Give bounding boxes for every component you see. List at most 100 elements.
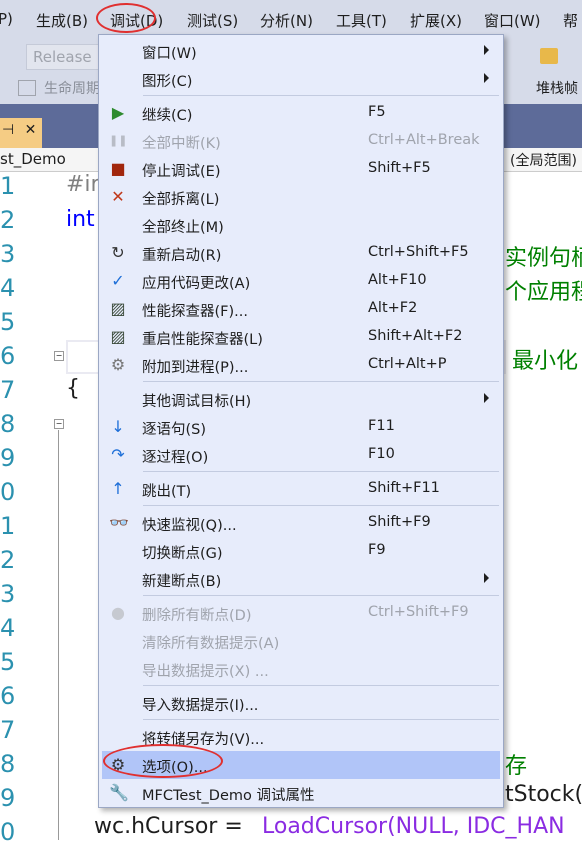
menu-item[interactable]: 窗口(W): [99, 37, 503, 65]
menu-item[interactable]: 新建断点(B): [99, 565, 503, 593]
code-brace: {: [66, 376, 80, 401]
menu-item-label: 性能探查器(F)...: [142, 304, 248, 320]
code-comment: 存: [505, 754, 528, 779]
menu-item-shortcut: F11: [368, 418, 395, 434]
menu-item[interactable]: ✓ 应用代码更改(A) Alt+F10: [99, 267, 503, 295]
line-number: 6: [0, 682, 16, 710]
menu-item-label: 重新启动(R): [142, 248, 222, 264]
gears-icon: ⚙: [110, 355, 126, 374]
line-number: 3: [0, 240, 16, 268]
menu-extensions[interactable]: 扩展(X): [410, 10, 462, 31]
find-in-files-icon[interactable]: [540, 48, 558, 64]
menu-item[interactable]: ● 删除所有断点(D) Ctrl+Shift+F9: [99, 599, 503, 627]
delete-breakpoints-icon: ●: [111, 603, 125, 622]
submenu-arrow-icon: [484, 393, 489, 403]
menu-item-label: 全部拆离(L): [142, 192, 220, 208]
menu-item[interactable]: 导入数据提示(I)...: [99, 689, 503, 717]
restart-icon: ↻: [111, 243, 125, 262]
line-number: 8: [0, 410, 16, 438]
highlight-ring: [103, 744, 223, 778]
code-text: wc.hCursor =: [94, 814, 243, 839]
close-icon[interactable]: ✕: [25, 122, 37, 138]
menu-item[interactable]: ▶ 继续(C) F5: [99, 99, 503, 127]
menu-item-shortcut: Ctrl+Shift+F5: [368, 244, 469, 260]
detach-icon: ✕: [111, 187, 125, 206]
stack-frame-label: 堆栈帧: [536, 81, 578, 97]
lifecycle-events[interactable]: 生命周期: [44, 78, 100, 98]
debug-menu-dropdown: 窗口(W) 图形(C) ▶ 继续(C) F5 ❚❚ 全部中断(K) Ctrl+Alt+Brea…: [98, 34, 504, 808]
profiler-icon: ▨: [110, 327, 126, 346]
line-number: 4: [0, 614, 16, 642]
document-tab[interactable]: ⊣ ✕: [0, 118, 42, 148]
menu-window[interactable]: 窗口(W): [484, 10, 541, 31]
project-dropdown[interactable]: st_Demo: [0, 150, 66, 168]
menu-item-label: 切换断点(G): [142, 546, 223, 562]
line-number: 7: [0, 716, 16, 744]
menu-item-shortcut: F10: [368, 446, 395, 462]
line-number: 7: [0, 376, 16, 404]
menu-item-label: 快速监视(Q)...: [142, 518, 237, 534]
menu-item-shortcut: Shift+F11: [368, 480, 440, 496]
wrench-icon: 🔧: [109, 783, 129, 802]
line-number: 6: [0, 342, 16, 370]
menu-item[interactable]: ▨ 性能探查器(F)... Alt+F2: [99, 295, 503, 323]
line-number: 5: [0, 648, 16, 676]
menu-item-label: 窗口(W): [142, 46, 197, 62]
menu-item-shortcut: Shift+F5: [368, 160, 431, 176]
menu-tools[interactable]: 工具(T): [336, 10, 387, 31]
menu-test[interactable]: 测试(S): [187, 10, 238, 31]
menu-item-label: 图形(C): [142, 74, 193, 90]
menu-item-label: 新建断点(B): [142, 574, 222, 590]
scope-dropdown[interactable]: (全局范围): [510, 150, 577, 170]
menu-item[interactable]: 🔧 MFCTest_Demo 调试属性: [99, 779, 503, 807]
menu-item[interactable]: 导出数据提示(X) ...: [99, 655, 503, 683]
menu-item-label: 删除所有断点(D): [142, 608, 252, 624]
line-number: 2: [0, 546, 16, 574]
menu-item-label: 应用代码更改(A): [142, 276, 251, 292]
menu-analyze[interactable]: 分析(N): [260, 10, 313, 31]
apply-changes-icon: ✓: [111, 271, 125, 290]
code-comment: 最小化: [512, 349, 579, 374]
menu-item[interactable]: ↻ 重新启动(R) Ctrl+Shift+F5: [99, 239, 503, 267]
menu-separator: [143, 381, 499, 382]
menu-item[interactable]: 其他调试目标(H): [99, 385, 503, 413]
menu-item[interactable]: ↓ 逐语句(S) F11: [99, 413, 503, 441]
menu-separator: [143, 685, 499, 686]
submenu-arrow-icon: [484, 73, 489, 83]
menu-item[interactable]: 切换断点(G) F9: [99, 537, 503, 565]
collapse-icon[interactable]: −: [54, 419, 64, 429]
menu-item-label: 导出数据提示(X) ...: [142, 664, 269, 680]
menu-item-label: 重启性能探查器(L): [142, 332, 263, 348]
menu-build[interactable]: 生成(B): [36, 10, 88, 31]
code-text: tStock(: [505, 782, 582, 807]
menu-item[interactable]: ↷ 逐过程(O) F10: [99, 441, 503, 469]
menu-item[interactable]: ✕ 全部拆离(L): [99, 183, 503, 211]
menu-help[interactable]: 帮: [563, 10, 578, 31]
submenu-arrow-icon: [484, 45, 489, 55]
line-number: 0: [0, 818, 16, 846]
line-number: 2: [0, 206, 16, 234]
menu-item-shortcut: F5: [368, 104, 386, 120]
config-dropdown[interactable]: Release: [26, 44, 101, 70]
code-comment: 个应用程: [505, 280, 582, 305]
menu-item[interactable]: ⚙ 附加到进程(P)... Ctrl+Alt+P: [99, 351, 503, 379]
menu-item[interactable]: 全部终止(M): [99, 211, 503, 239]
line-number: 1: [0, 172, 16, 200]
menu-item[interactable]: 👓 快速监视(Q)... Shift+F9: [99, 509, 503, 537]
menu-separator: [143, 471, 499, 472]
collapse-icon[interactable]: −: [54, 351, 64, 361]
menu-item-label: 导入数据提示(I)...: [142, 698, 259, 714]
menu-item[interactable]: ▨ 重启性能探查器(L) Shift+Alt+F2: [99, 323, 503, 351]
menu-item[interactable]: ↑ 跳出(T) Shift+F11: [99, 475, 503, 503]
menu-separator: [143, 719, 499, 720]
menu-separator: [143, 595, 499, 596]
menu-item[interactable]: ■ 停止调试(E) Shift+F5: [99, 155, 503, 183]
outline-line: [58, 430, 59, 840]
code-function-call: LoadCursor(NULL, IDC_HAN: [262, 814, 565, 839]
menu-item[interactable]: ❚❚ 全部中断(K) Ctrl+Alt+Break: [99, 127, 503, 155]
menu-item-label: MFCTest_Demo 调试属性: [142, 788, 315, 804]
pin-icon[interactable]: ⊣: [2, 122, 14, 138]
menu-project[interactable]: P): [0, 10, 13, 28]
menu-item[interactable]: 图形(C): [99, 65, 503, 93]
menu-item[interactable]: 清除所有数据提示(A): [99, 627, 503, 655]
